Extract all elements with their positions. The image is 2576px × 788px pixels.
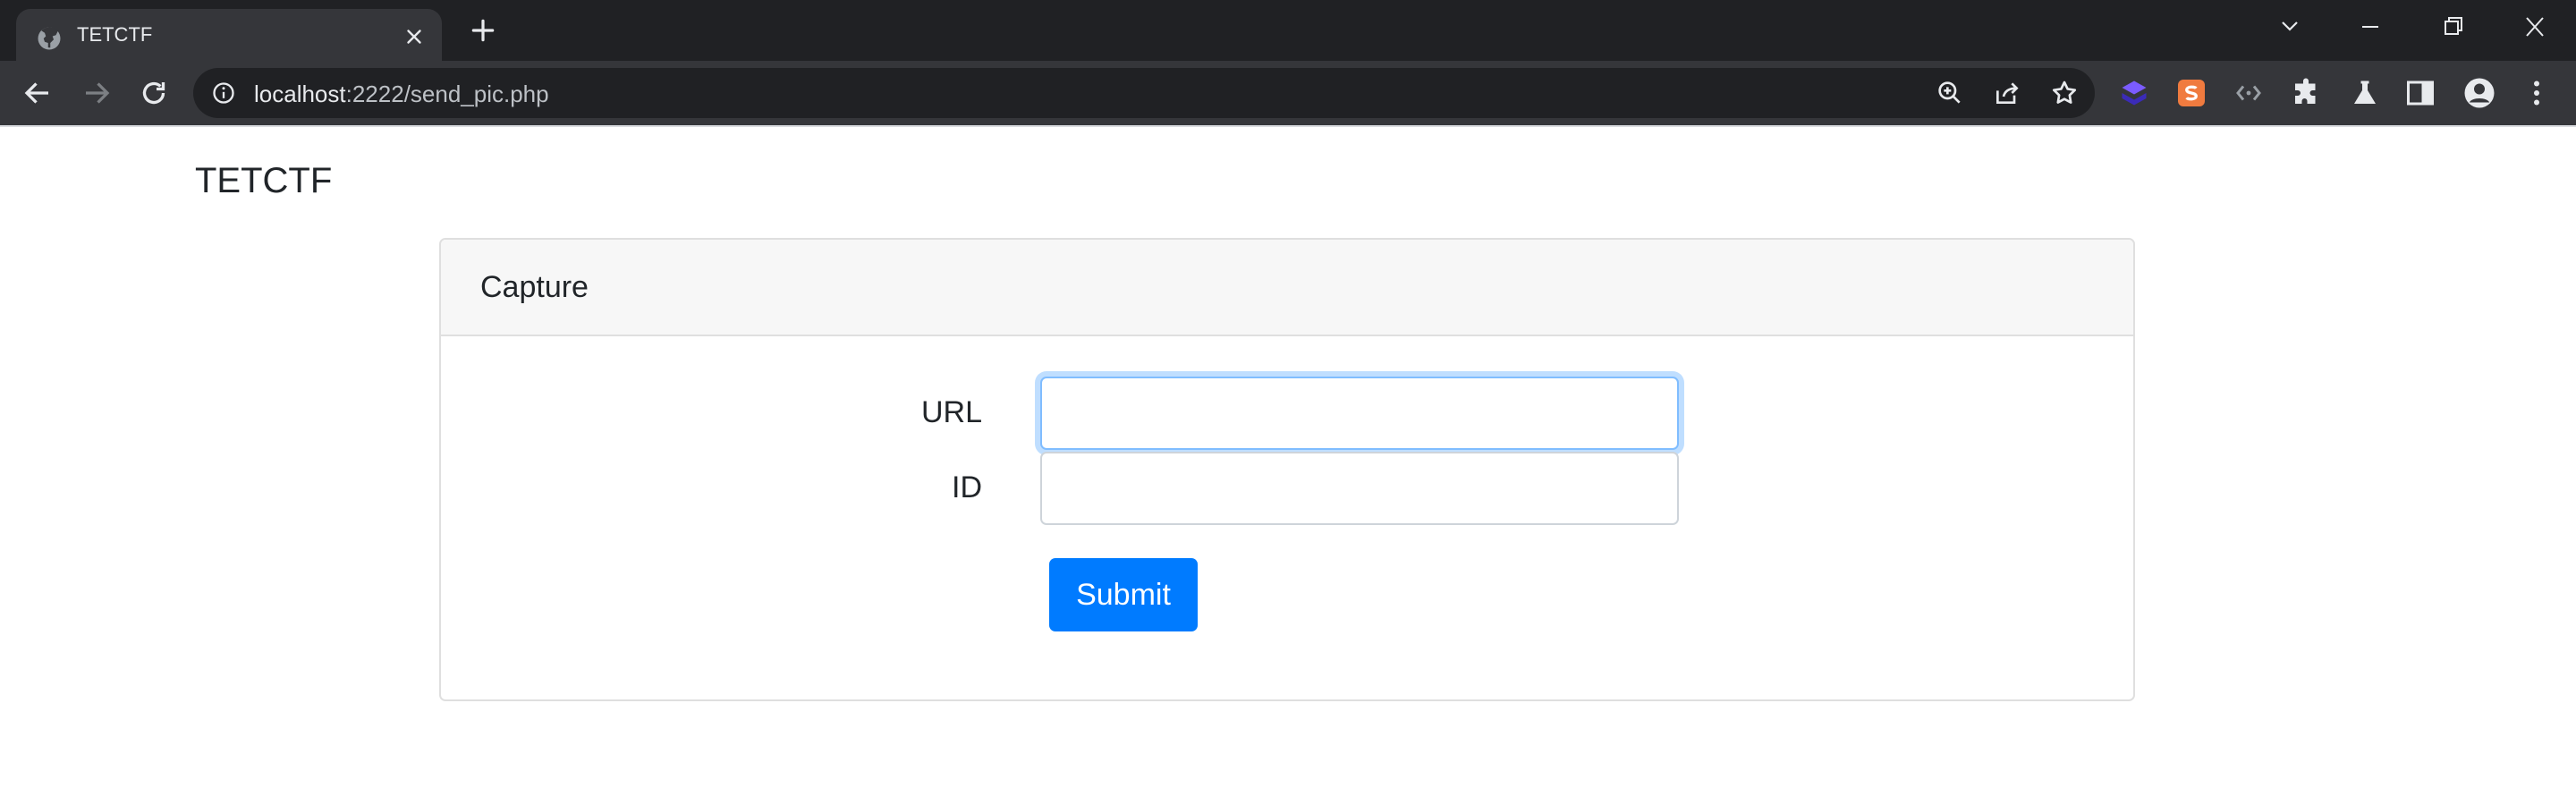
card-header: Capture: [441, 240, 2133, 336]
close-icon[interactable]: [402, 25, 426, 48]
card-title: Capture: [480, 270, 589, 304]
browser-tab[interactable]: TETCTF: [16, 9, 442, 61]
address-bar[interactable]: localhost:2222/send_pic.php: [193, 68, 2095, 118]
id-label: ID: [952, 470, 982, 504]
url-text[interactable]: localhost:2222/send_pic.php: [254, 80, 549, 108]
submit-button[interactable]: Submit: [1049, 558, 1198, 631]
extension-s-icon[interactable]: [2175, 77, 2207, 109]
arrow-left-icon[interactable]: [21, 77, 54, 109]
tab-title: TETCTF: [77, 23, 153, 46]
side-panel-icon[interactable]: [2404, 77, 2436, 109]
globe-icon: [38, 27, 61, 50]
minimize-icon[interactable]: [2352, 13, 2388, 41]
code-extension-icon[interactable]: [2233, 77, 2265, 109]
toolbar-divider: [0, 125, 2576, 127]
star-icon[interactable]: [2050, 79, 2079, 107]
new-tab-icon[interactable]: [469, 16, 497, 45]
kebab-menu-icon[interactable]: [2521, 77, 2553, 109]
site-brand[interactable]: TETCTF: [195, 161, 332, 201]
puzzle-icon[interactable]: [2290, 77, 2322, 109]
url-input[interactable]: [1040, 377, 1679, 450]
info-icon[interactable]: [211, 80, 236, 106]
browser-toolbar: localhost:2222/send_pic.php: [0, 61, 2576, 125]
profile-icon[interactable]: [2463, 77, 2496, 109]
reload-icon[interactable]: [138, 77, 170, 109]
restore-icon[interactable]: [2435, 13, 2470, 41]
url-path: :2222/send_pic.php: [345, 80, 549, 107]
tab-search-icon[interactable]: [2272, 13, 2308, 41]
browser-tab-strip: TETCTF: [0, 0, 2576, 61]
id-input[interactable]: [1040, 452, 1679, 525]
window-close-icon[interactable]: [2517, 13, 2553, 41]
capture-card: Capture URL ID Submit: [439, 238, 2135, 701]
layers-extension-icon[interactable]: [2118, 77, 2150, 109]
flask-icon[interactable]: [2349, 77, 2381, 109]
share-icon[interactable]: [1993, 79, 2021, 107]
zoom-icon[interactable]: [1936, 79, 1964, 107]
arrow-right-icon[interactable]: [80, 77, 113, 109]
url-label: URL: [920, 395, 982, 429]
url-host: localhost: [254, 80, 346, 107]
